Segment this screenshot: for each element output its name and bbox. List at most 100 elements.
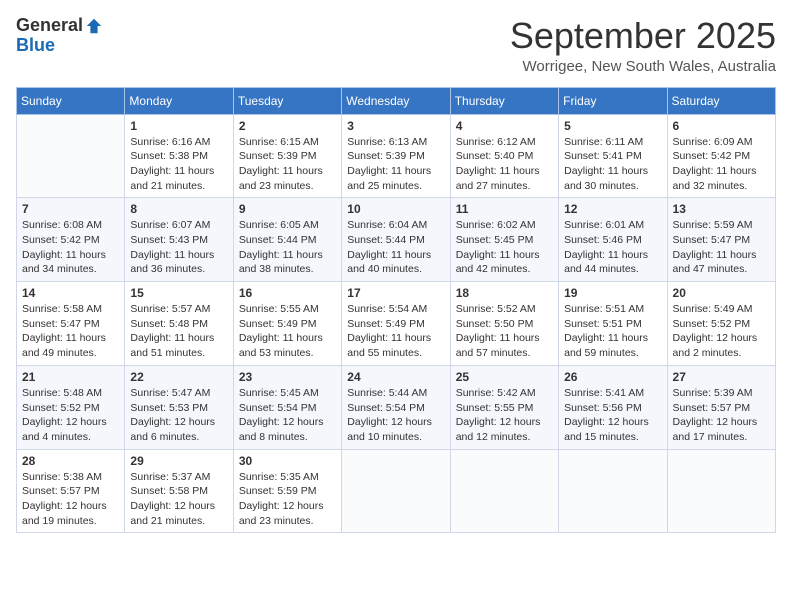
calendar-cell: 6 Sunrise: 6:09 AM Sunset: 5:42 PM Daylig…: [667, 114, 775, 198]
day-number: 10: [347, 202, 444, 216]
calendar-cell: 12 Sunrise: 6:01 AM Sunset: 5:46 PM Dayli…: [559, 198, 667, 282]
day-number: 21: [22, 370, 119, 384]
day-info: Sunrise: 5:37 AM Sunset: 5:58 PM Dayligh…: [130, 470, 227, 529]
day-info: Sunrise: 5:51 AM Sunset: 5:51 PM Dayligh…: [564, 302, 661, 361]
calendar-cell: 28 Sunrise: 5:38 AM Sunset: 5:57 PM Dayli…: [17, 449, 125, 533]
day-info: Sunrise: 5:58 AM Sunset: 5:47 PM Dayligh…: [22, 302, 119, 361]
day-number: 22: [130, 370, 227, 384]
calendar-cell: 30 Sunrise: 5:35 AM Sunset: 5:59 PM Dayli…: [233, 449, 341, 533]
day-number: 13: [673, 202, 770, 216]
calendar-cell: 18Sunrise: 5:52 AM Sunset: 5:50 PM Dayli…: [450, 282, 558, 366]
day-info: Sunrise: 6:01 AM Sunset: 5:46 PM Dayligh…: [564, 218, 661, 277]
day-info: Sunrise: 5:39 AM Sunset: 5:57 PM Dayligh…: [673, 386, 770, 445]
calendar-cell: 22 Sunrise: 5:47 AM Sunset: 5:53 PM Dayli…: [125, 365, 233, 449]
day-info: Sunrise: 6:02 AM Sunset: 5:45 PM Dayligh…: [456, 218, 553, 277]
day-number: 28: [22, 454, 119, 468]
day-info: Sunrise: 5:59 AM Sunset: 5:47 PM Dayligh…: [673, 218, 770, 277]
day-info: Sunrise: 5:57 AM Sunset: 5:48 PM Dayligh…: [130, 302, 227, 361]
calendar-cell: 13 Sunrise: 5:59 AM Sunset: 5:47 PM Dayli…: [667, 198, 775, 282]
day-number: 1: [130, 119, 227, 133]
day-number: 23: [239, 370, 336, 384]
calendar-cell: 19 Sunrise: 5:51 AM Sunset: 5:51 PM Dayli…: [559, 282, 667, 366]
day-number: 7: [22, 202, 119, 216]
day-of-week-header: Thursday: [450, 87, 558, 114]
calendar-cell: 21Sunrise: 5:48 AM Sunset: 5:52 PM Dayli…: [17, 365, 125, 449]
calendar-cell: 25 Sunrise: 5:42 AM Sunset: 5:55 PM Dayli…: [450, 365, 558, 449]
calendar-cell: 26Sunrise: 5:41 AM Sunset: 5:56 PM Dayli…: [559, 365, 667, 449]
day-info: Sunrise: 5:54 AM Sunset: 5:49 PM Dayligh…: [347, 302, 444, 361]
day-number: 20: [673, 286, 770, 300]
calendar-week-row: 14 Sunrise: 5:58 AM Sunset: 5:47 PM Dayli…: [17, 282, 776, 366]
day-number: 17: [347, 286, 444, 300]
day-number: 6: [673, 119, 770, 133]
day-number: 11: [456, 202, 553, 216]
calendar-cell: [559, 449, 667, 533]
day-info: Sunrise: 5:38 AM Sunset: 5:57 PM Dayligh…: [22, 470, 119, 529]
calendar-cell: 1 Sunrise: 6:16 AM Sunset: 5:38 PM Daylig…: [125, 114, 233, 198]
calendar-cell: 2 Sunrise: 6:15 AM Sunset: 5:39 PM Daylig…: [233, 114, 341, 198]
calendar-cell: [667, 449, 775, 533]
day-info: Sunrise: 5:45 AM Sunset: 5:54 PM Dayligh…: [239, 386, 336, 445]
day-number: 8: [130, 202, 227, 216]
day-number: 19: [564, 286, 661, 300]
day-info: Sunrise: 6:05 AM Sunset: 5:44 PM Dayligh…: [239, 218, 336, 277]
calendar-cell: 8 Sunrise: 6:07 AM Sunset: 5:43 PM Daylig…: [125, 198, 233, 282]
page-header: General Blue September 2025 Worrigee, Ne…: [16, 16, 776, 75]
day-number: 4: [456, 119, 553, 133]
day-number: 14: [22, 286, 119, 300]
day-number: 16: [239, 286, 336, 300]
calendar-cell: [17, 114, 125, 198]
day-info: Sunrise: 6:12 AM Sunset: 5:40 PM Dayligh…: [456, 135, 553, 194]
day-info: Sunrise: 6:16 AM Sunset: 5:38 PM Dayligh…: [130, 135, 227, 194]
day-info: Sunrise: 6:04 AM Sunset: 5:44 PM Dayligh…: [347, 218, 444, 277]
calendar-cell: [450, 449, 558, 533]
day-number: 27: [673, 370, 770, 384]
day-info: Sunrise: 5:44 AM Sunset: 5:54 PM Dayligh…: [347, 386, 444, 445]
day-number: 25: [456, 370, 553, 384]
month-title: September 2025: [510, 16, 776, 56]
calendar-cell: 29 Sunrise: 5:37 AM Sunset: 5:58 PM Dayli…: [125, 449, 233, 533]
day-number: 15: [130, 286, 227, 300]
day-info: Sunrise: 6:13 AM Sunset: 5:39 PM Dayligh…: [347, 135, 444, 194]
day-of-week-header: Friday: [559, 87, 667, 114]
day-info: Sunrise: 6:09 AM Sunset: 5:42 PM Dayligh…: [673, 135, 770, 194]
day-info: Sunrise: 6:15 AM Sunset: 5:39 PM Dayligh…: [239, 135, 336, 194]
day-info: Sunrise: 5:49 AM Sunset: 5:52 PM Dayligh…: [673, 302, 770, 361]
day-info: Sunrise: 6:07 AM Sunset: 5:43 PM Dayligh…: [130, 218, 227, 277]
day-of-week-header: Tuesday: [233, 87, 341, 114]
calendar-cell: 17 Sunrise: 5:54 AM Sunset: 5:49 PM Dayli…: [342, 282, 450, 366]
day-number: 26: [564, 370, 661, 384]
day-number: 30: [239, 454, 336, 468]
calendar-week-row: 28 Sunrise: 5:38 AM Sunset: 5:57 PM Dayli…: [17, 449, 776, 533]
day-number: 12: [564, 202, 661, 216]
day-info: Sunrise: 6:08 AM Sunset: 5:42 PM Dayligh…: [22, 218, 119, 277]
calendar-cell: 14 Sunrise: 5:58 AM Sunset: 5:47 PM Dayli…: [17, 282, 125, 366]
calendar-cell: 10 Sunrise: 6:04 AM Sunset: 5:44 PM Dayli…: [342, 198, 450, 282]
logo: General Blue: [16, 16, 103, 56]
day-number: 24: [347, 370, 444, 384]
logo-blue-text: Blue: [16, 36, 55, 56]
day-info: Sunrise: 5:47 AM Sunset: 5:53 PM Dayligh…: [130, 386, 227, 445]
day-info: Sunrise: 5:35 AM Sunset: 5:59 PM Dayligh…: [239, 470, 336, 529]
calendar-cell: 24 Sunrise: 5:44 AM Sunset: 5:54 PM Dayli…: [342, 365, 450, 449]
calendar-cell: 16Sunrise: 5:55 AM Sunset: 5:49 PM Dayli…: [233, 282, 341, 366]
calendar-cell: 7 Sunrise: 6:08 AM Sunset: 5:42 PM Daylig…: [17, 198, 125, 282]
day-number: 5: [564, 119, 661, 133]
calendar-cell: 11 Sunrise: 6:02 AM Sunset: 5:45 PM Dayli…: [450, 198, 558, 282]
day-number: 3: [347, 119, 444, 133]
calendar-week-row: 21Sunrise: 5:48 AM Sunset: 5:52 PM Dayli…: [17, 365, 776, 449]
calendar-cell: 4 Sunrise: 6:12 AM Sunset: 5:40 PM Daylig…: [450, 114, 558, 198]
day-number: 2: [239, 119, 336, 133]
calendar-week-row: 7 Sunrise: 6:08 AM Sunset: 5:42 PM Daylig…: [17, 198, 776, 282]
logo-general-text: General: [16, 16, 83, 36]
day-info: Sunrise: 5:42 AM Sunset: 5:55 PM Dayligh…: [456, 386, 553, 445]
day-number: 29: [130, 454, 227, 468]
day-of-week-header: Saturday: [667, 87, 775, 114]
calendar-header: SundayMondayTuesdayWednesdayThursdayFrid…: [17, 87, 776, 114]
day-number: 18: [456, 286, 553, 300]
calendar-cell: 5Sunrise: 6:11 AM Sunset: 5:41 PM Daylig…: [559, 114, 667, 198]
calendar-cell: 15 Sunrise: 5:57 AM Sunset: 5:48 PM Dayli…: [125, 282, 233, 366]
title-block: September 2025 Worrigee, New South Wales…: [510, 16, 776, 75]
calendar-cell: 27 Sunrise: 5:39 AM Sunset: 5:57 PM Dayli…: [667, 365, 775, 449]
day-of-week-header: Monday: [125, 87, 233, 114]
